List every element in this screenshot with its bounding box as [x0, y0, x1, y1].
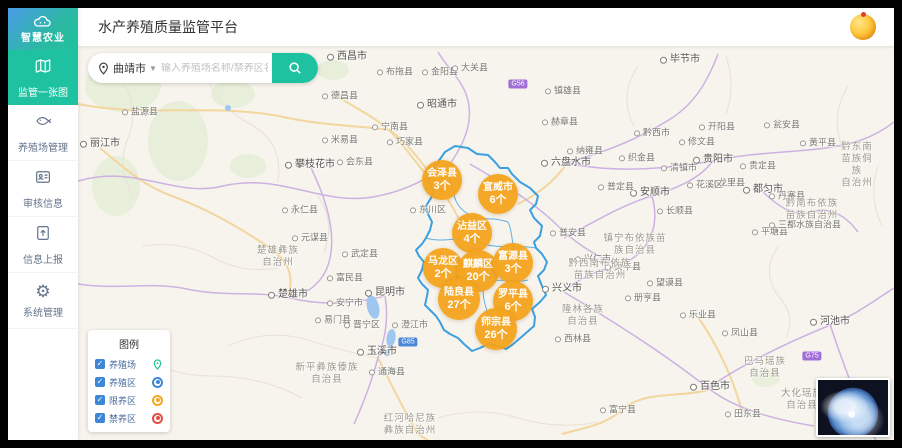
marker-count: 26个	[484, 329, 507, 342]
chevron-down-icon: ▼	[149, 64, 157, 73]
location-pin-icon	[98, 62, 109, 75]
logo-text: 智慧农业	[21, 29, 65, 44]
legend-label: 禁养区	[109, 412, 148, 425]
map-icon	[34, 57, 52, 80]
legend-row-restricted-zone[interactable]: ✓ 限养区	[95, 391, 163, 409]
marker-count: 3个	[504, 263, 521, 276]
map-canvas[interactable]: 西昌市昭通市毕节市攀枝花市丽江市六盘水市贵阳市安顺市都匀市兴义市昆明市玉溪市楚雄…	[78, 46, 894, 440]
marker-district-name: 马龙区	[428, 256, 458, 268]
satellite-layer-toggle[interactable]	[816, 378, 890, 437]
sidebar: 智慧农业 监管一张图 养殖场管理	[8, 8, 78, 440]
marker-district-name: 罗平县	[498, 289, 528, 301]
sidebar-item-label: 审核信息	[23, 195, 63, 210]
city-selector[interactable]: 曲靖市 ▼	[113, 60, 157, 76]
district-cluster-marker[interactable]: 宣威市6个	[478, 174, 518, 214]
marker-count: 2个	[434, 268, 451, 281]
marker-count: 27个	[447, 299, 470, 312]
map-search-bar: 曲靖市 ▼	[88, 53, 318, 83]
gear-icon: ⚙	[35, 283, 50, 300]
zone-ring-icon	[152, 413, 163, 424]
zone-ring-icon	[152, 395, 163, 406]
legend-title: 图例	[95, 336, 163, 351]
app-logo: 智慧农业	[8, 8, 78, 50]
district-cluster-marker[interactable]: 陆良县27个	[438, 278, 480, 320]
legend-label: 养殖区	[109, 376, 148, 389]
fish-farm-icon	[34, 112, 52, 135]
sidebar-item-audit-info[interactable]: 审核信息	[8, 161, 78, 217]
legend-row-prohibited-zone[interactable]: ✓ 禁养区	[95, 409, 163, 427]
farm-pin-icon	[152, 359, 163, 370]
district-cluster-marker[interactable]: 富源县3个	[493, 243, 533, 283]
marker-count: 4个	[463, 233, 480, 246]
sidebar-item-system-management[interactable]: ⚙ 系统管理	[8, 273, 78, 329]
legend-row-farm[interactable]: ✓ 养殖场	[95, 355, 163, 373]
legend-label: 限养区	[109, 394, 148, 407]
legend-label: 养殖场	[109, 358, 148, 371]
marker-district-name: 会泽县	[427, 168, 457, 180]
marker-count: 3个	[433, 180, 450, 193]
sidebar-item-label: 监管一张图	[18, 84, 68, 99]
checkbox-prohibited-zone[interactable]: ✓	[95, 413, 105, 423]
sidebar-item-label: 信息上报	[23, 251, 63, 266]
marker-district-name: 富源县	[498, 251, 528, 263]
marker-district-name: 师宗县	[481, 317, 511, 329]
district-cluster-marker[interactable]: 沾益区4个	[452, 213, 492, 253]
top-header: 水产养殖质量监管平台	[78, 8, 894, 46]
user-avatar[interactable]	[850, 14, 876, 40]
report-upload-icon	[34, 224, 52, 247]
search-input[interactable]	[157, 63, 272, 74]
zone-ring-icon	[152, 377, 163, 388]
sidebar-item-label: 养殖场管理	[18, 139, 68, 154]
marker-count: 6个	[489, 194, 506, 207]
map-legend: 图例 ✓ 养殖场 ✓ 养殖区 ✓ 限养区	[88, 330, 170, 432]
sidebar-item-monitor-map[interactable]: 监管一张图	[8, 50, 78, 105]
city-selector-value: 曲靖市	[113, 60, 146, 76]
app-window: 智慧农业 监管一张图 养殖场管理	[8, 8, 894, 440]
main-column: 水产养殖质量监管平台	[78, 8, 894, 440]
page-title: 水产养殖质量监管平台	[98, 17, 238, 37]
district-cluster-marker[interactable]: 会泽县3个	[422, 160, 462, 200]
marker-district-name: 麒麟区	[463, 259, 493, 271]
sidebar-item-info-report[interactable]: 信息上报	[8, 217, 78, 273]
sidebar-item-label: 系统管理	[23, 304, 63, 319]
marker-district-name: 陆良县	[444, 287, 474, 299]
checkbox-restricted-zone[interactable]: ✓	[95, 395, 105, 405]
checkbox-aquaculture-zone[interactable]: ✓	[95, 377, 105, 387]
checkbox-farm[interactable]: ✓	[95, 359, 105, 369]
audit-card-icon	[34, 168, 52, 191]
legend-row-aquaculture-zone[interactable]: ✓ 养殖区	[95, 373, 163, 391]
search-icon	[288, 61, 302, 75]
sidebar-item-farm-management[interactable]: 养殖场管理	[8, 105, 78, 161]
cloud-icon	[33, 14, 53, 28]
marker-district-name: 沾益区	[457, 221, 487, 233]
marker-district-name: 宣威市	[483, 182, 513, 194]
district-cluster-marker[interactable]: 师宗县26个	[475, 308, 517, 350]
search-button[interactable]	[272, 53, 318, 83]
